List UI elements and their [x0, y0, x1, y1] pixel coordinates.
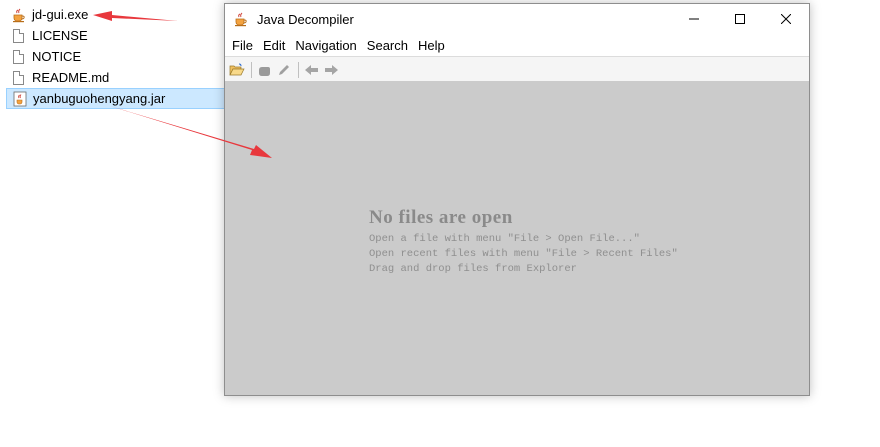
java-cup-icon: [233, 11, 249, 27]
menu-edit[interactable]: Edit: [258, 38, 290, 53]
file-name: jd-gui.exe: [32, 7, 89, 22]
java-cup-icon: [11, 7, 27, 23]
pencil-icon: [279, 64, 289, 75]
minimize-icon: [689, 18, 699, 20]
window-controls: [671, 4, 809, 34]
window-title: Java Decompiler: [257, 11, 354, 27]
file-name: NOTICE: [32, 49, 82, 64]
toolbar: [225, 56, 809, 83]
open-type-button[interactable]: [256, 61, 274, 79]
open-file-button[interactable]: [228, 61, 246, 79]
close-icon: [781, 14, 791, 24]
forward-button[interactable]: [322, 61, 340, 79]
file-item-jar[interactable]: yanbuguohengyang.jar: [6, 88, 226, 109]
menu-navigation[interactable]: Navigation: [290, 38, 361, 53]
minimize-button[interactable]: [671, 4, 717, 34]
jd-gui-window: Java Decompiler File Edit Navigation Sea…: [224, 3, 810, 396]
empty-state-line: Drag and drop files from Explorer: [369, 263, 577, 275]
file-name: README.md: [32, 70, 110, 85]
menu-file[interactable]: File: [227, 38, 258, 53]
file-item-notice[interactable]: NOTICE: [6, 46, 226, 67]
empty-state-line: Open recent files with menu "File > Rece…: [369, 248, 678, 260]
file-item-readme[interactable]: README.md: [6, 67, 226, 88]
search-button[interactable]: [275, 61, 293, 79]
jar-icon: [12, 91, 28, 107]
empty-state-title: No files are open: [369, 207, 513, 228]
file-item-jd-gui[interactable]: jd-gui.exe: [6, 4, 226, 25]
back-button[interactable]: [303, 61, 321, 79]
empty-state-line: Open a file with menu "File > Open File.…: [369, 233, 640, 245]
menu-search[interactable]: Search: [362, 38, 413, 53]
title-bar[interactable]: Java Decompiler: [225, 4, 809, 34]
hand-icon: [259, 66, 270, 76]
open-folder-icon: [229, 63, 245, 75]
toolbar-separator: [251, 61, 252, 78]
main-content-area[interactable]: No files are open Open a file with menu …: [225, 81, 809, 395]
empty-state-message: No files are open Open a file with menu …: [369, 207, 678, 277]
toolbar-separator: [298, 61, 299, 78]
menu-bar: File Edit Navigation Search Help: [225, 34, 809, 56]
arrow-left-icon: [305, 64, 318, 75]
document-icon: [13, 70, 24, 85]
document-icon: [13, 28, 24, 43]
file-name: LICENSE: [32, 28, 88, 43]
arrow-right-icon: [325, 64, 338, 75]
file-name: yanbuguohengyang.jar: [33, 91, 166, 106]
menu-help[interactable]: Help: [413, 38, 450, 53]
close-button[interactable]: [763, 4, 809, 34]
document-icon: [13, 49, 24, 64]
file-list: jd-gui.exe LICENSE NOTICE README.md yanb…: [6, 4, 226, 109]
file-item-license[interactable]: LICENSE: [6, 25, 226, 46]
maximize-button[interactable]: [717, 4, 763, 34]
maximize-icon: [735, 14, 745, 24]
